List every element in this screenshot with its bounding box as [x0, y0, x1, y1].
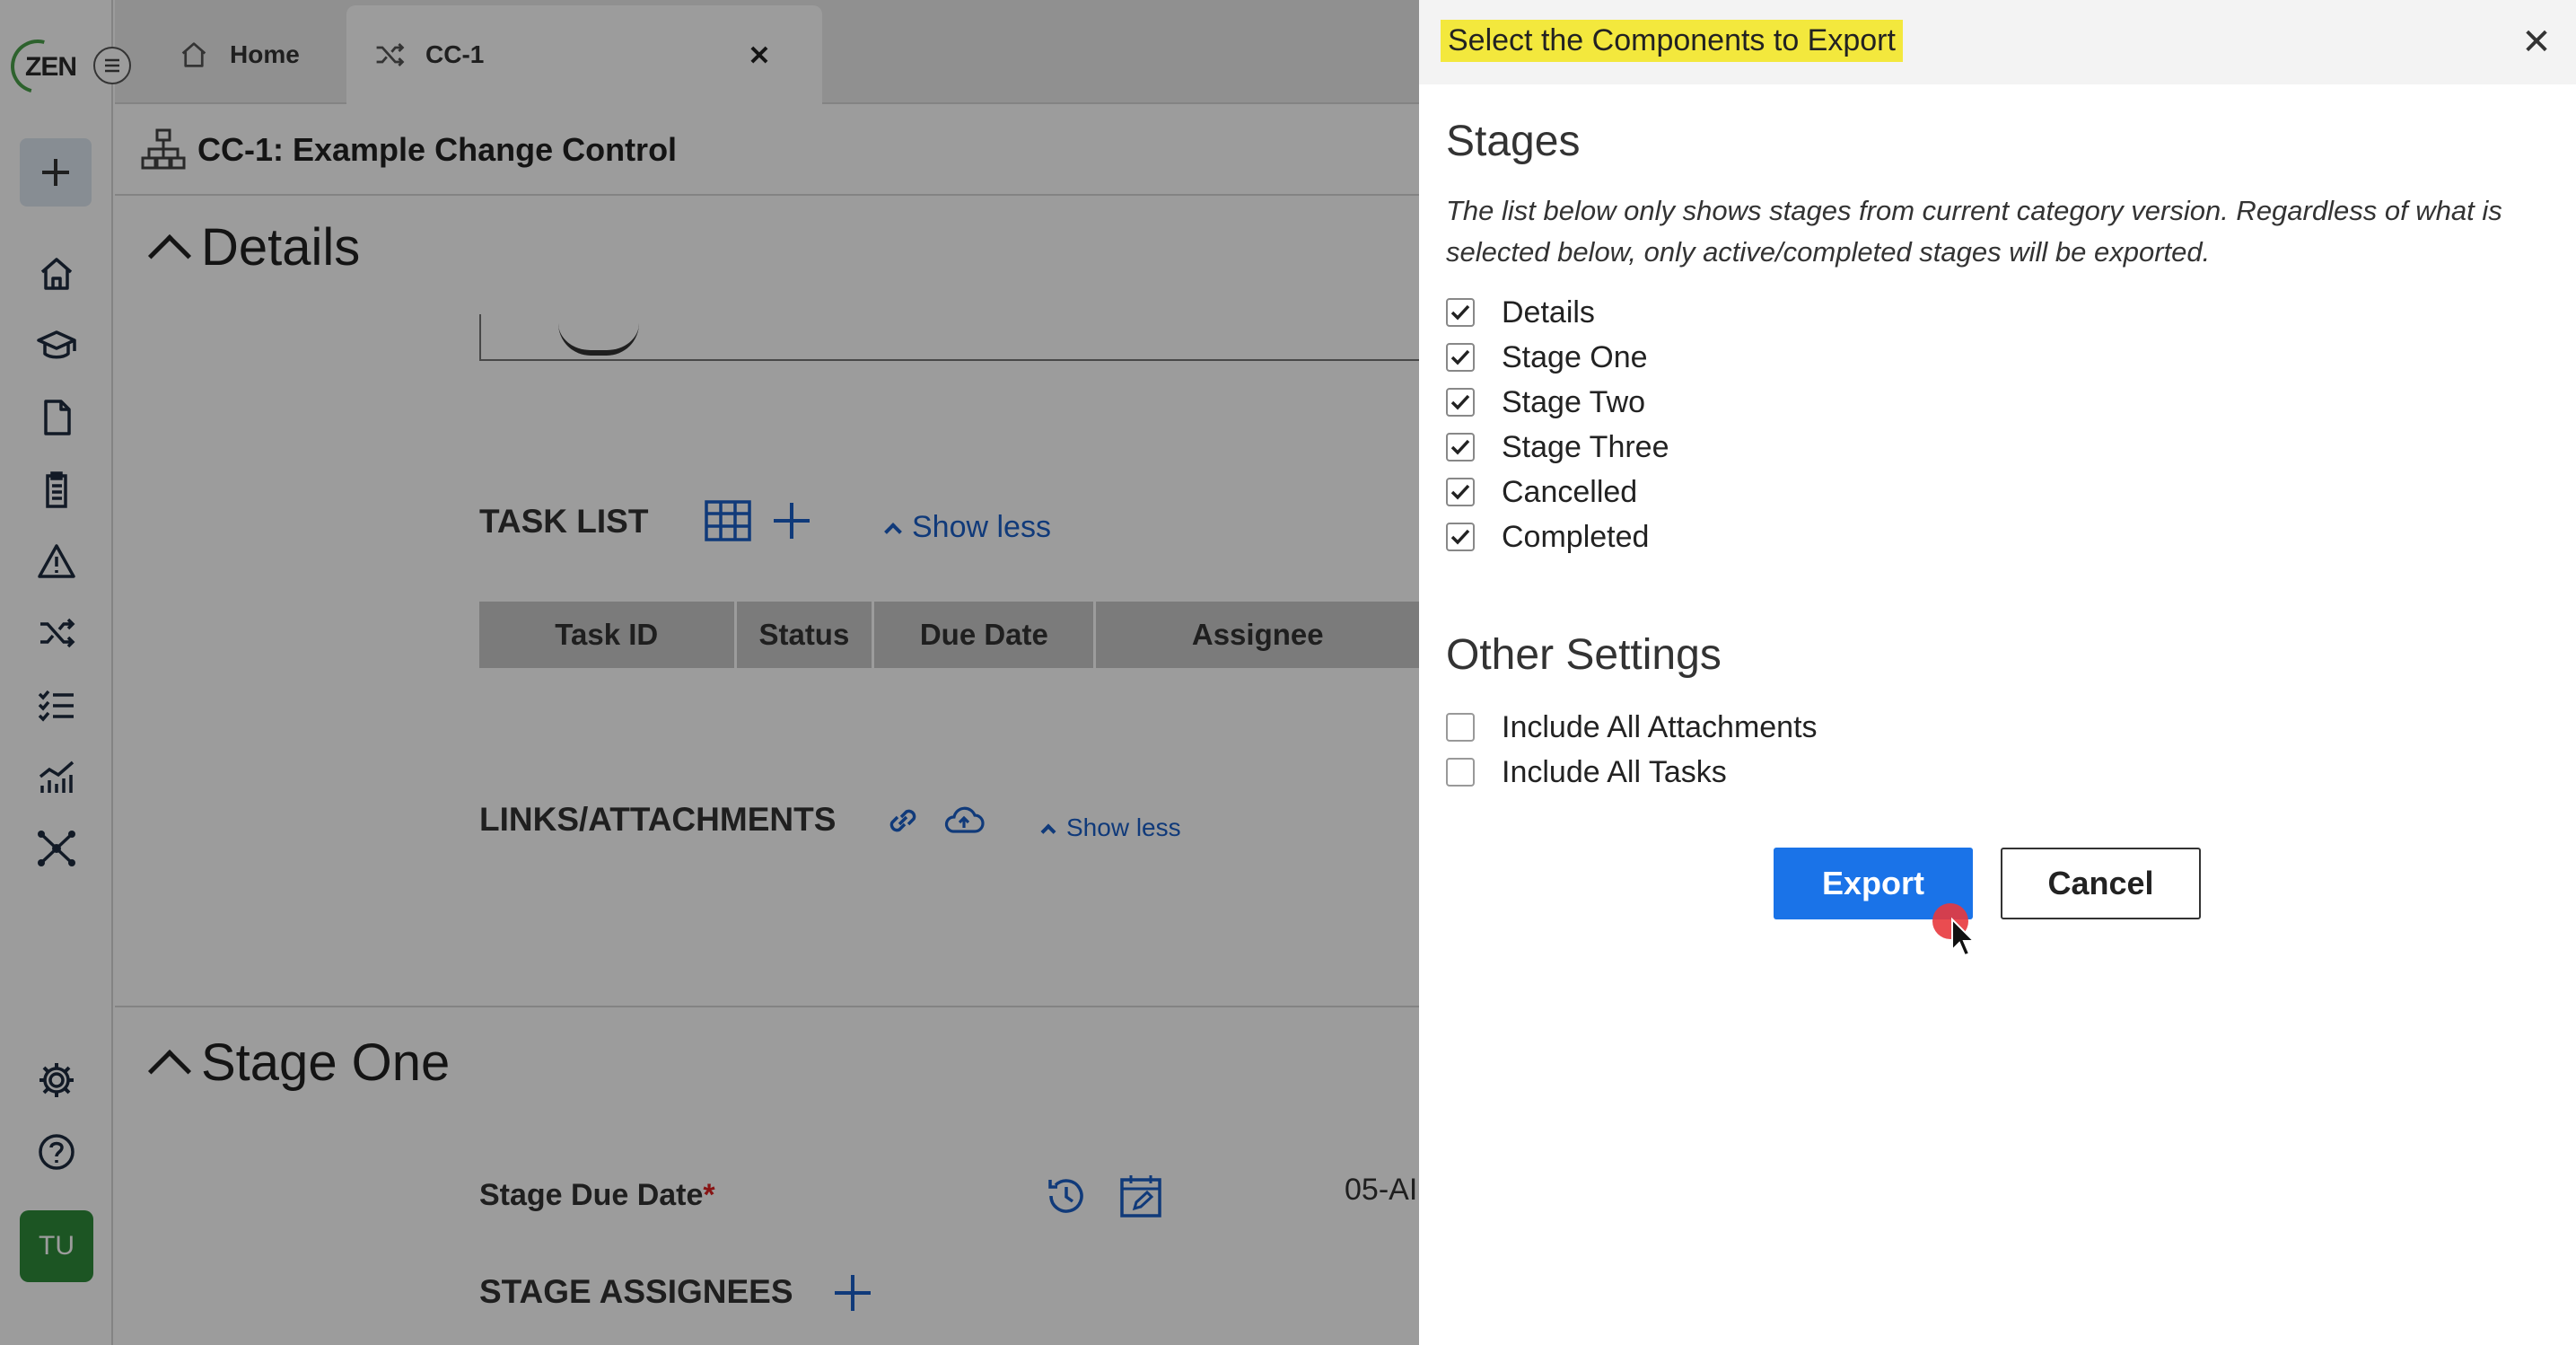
stages-heading: Stages: [1446, 118, 1581, 165]
checkbox-label: Completed: [1502, 519, 1650, 554]
checkbox[interactable]: [1446, 523, 1475, 551]
dialog-header: Select the Components to Export ✕: [1419, 0, 2576, 84]
checkbox-label: Stage Two: [1502, 384, 1646, 419]
checkbox[interactable]: [1446, 713, 1475, 742]
stage-option-completed[interactable]: Completed: [1446, 519, 1649, 555]
checkbox[interactable]: [1446, 343, 1475, 372]
checkbox[interactable]: [1446, 298, 1475, 327]
checkbox[interactable]: [1446, 388, 1475, 417]
checkbox[interactable]: [1446, 478, 1475, 506]
stage-option-stage-three[interactable]: Stage Three: [1446, 429, 1669, 465]
stage-option-stage-one[interactable]: Stage One: [1446, 339, 1648, 375]
stage-option-cancelled[interactable]: Cancelled: [1446, 474, 1637, 510]
checkbox-label: Include All Tasks: [1502, 754, 1727, 789]
stage-option-details[interactable]: Details: [1446, 294, 1595, 330]
checkbox-label: Stage One: [1502, 339, 1648, 374]
dialog-title: Select the Components to Export: [1441, 20, 1903, 62]
stage-option-stage-two[interactable]: Stage Two: [1446, 384, 1645, 420]
mouse-cursor-icon: [1931, 901, 1985, 964]
cancel-button[interactable]: Cancel: [2001, 848, 2201, 919]
checkbox-label: Include All Attachments: [1502, 709, 1818, 744]
close-icon[interactable]: ✕: [2514, 20, 2559, 65]
checkbox-label: Stage Three: [1502, 429, 1669, 464]
checkbox[interactable]: [1446, 758, 1475, 787]
stages-note: The list below only shows stages from cu…: [1446, 195, 2502, 268]
modal-backdrop[interactable]: [0, 0, 1419, 1345]
export-components-dialog: Select the Components to Export ✕ Stages…: [1419, 0, 2576, 1345]
checkbox[interactable]: [1446, 433, 1475, 462]
checkbox-label: Details: [1502, 294, 1595, 330]
other-settings-heading: Other Settings: [1446, 631, 1722, 679]
include-tasks-option[interactable]: Include All Tasks: [1446, 754, 1727, 790]
checkbox-label: Cancelled: [1502, 474, 1638, 509]
include-attachments-option[interactable]: Include All Attachments: [1446, 709, 1818, 745]
